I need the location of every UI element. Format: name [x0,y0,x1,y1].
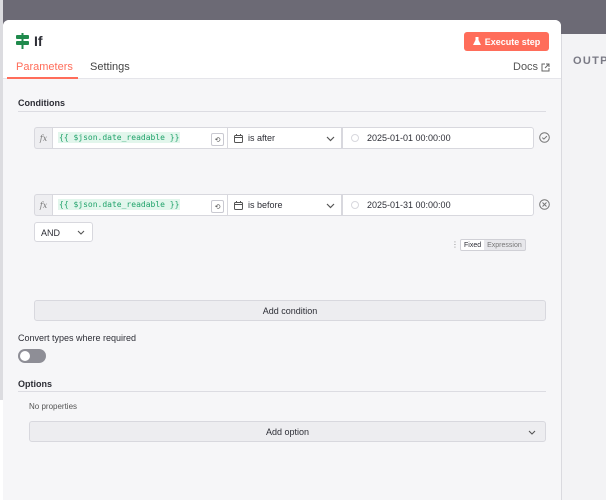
no-properties-text: No properties [29,402,78,411]
execute-step-button[interactable]: Execute step [464,32,549,51]
fixed-expression-toggle: Fixed Expression [460,239,526,251]
flask-icon [472,37,481,45]
mapping-icon[interactable]: ⟲ [211,200,224,213]
node-title: If [34,33,43,49]
calendar-icon [234,200,243,210]
condition-right-value-input[interactable]: 2025-01-01 00:00:00 [342,127,534,149]
conditions-heading: Conditions [18,98,65,108]
operator-label: is before [248,200,283,210]
fx-icon: fx [34,194,52,216]
condition-row: fx {{ $json.date_readable }} ⟲ is after … [34,127,550,149]
type-indicator-icon [351,201,359,209]
docs-label: Docs [513,61,539,73]
convert-types-label: Convert types where required [18,333,137,343]
options-divider [18,391,546,392]
external-link-icon [541,63,550,71]
chevron-down-icon [528,430,536,435]
calendar-icon [234,133,243,143]
remove-circle-icon[interactable] [539,199,550,210]
expression-text: {{ $json.date_readable }} [58,132,181,143]
chevron-down-icon [326,136,335,142]
add-condition-button[interactable]: Add condition [34,300,546,321]
add-option-button[interactable]: Add option [29,421,546,442]
parameters-body: Conditions fx {{ $json.date_readable }} … [3,79,561,500]
conditions-divider [18,111,546,112]
condition-operator-select[interactable]: is before [227,194,342,216]
right-value-text: 2025-01-01 00:00:00 [367,133,451,143]
output-pane: OUTP [561,34,606,500]
expression-text: {{ $json.date_readable }} [58,199,181,210]
docs-link[interactable]: Docs [513,61,550,73]
tab-settings[interactable]: Settings [90,61,130,73]
node-settings-panel: If Execute step Parameters Settings Docs… [3,20,561,500]
condition-operator-select[interactable]: is after [227,127,342,149]
mode-fixed[interactable]: Fixed [461,240,485,250]
combinator-label: AND [41,228,61,238]
options-heading: Options [18,379,52,389]
condition-right-value-input[interactable]: 2025-01-31 00:00:00 [342,194,534,216]
tab-parameters[interactable]: Parameters [16,61,73,73]
signpost-icon [16,33,29,49]
fx-icon: fx [34,127,52,149]
add-option-label: Add option [265,426,310,437]
mapping-icon[interactable]: ⟲ [211,133,224,146]
convert-types-toggle[interactable] [18,349,46,363]
chevron-down-icon [77,230,85,235]
mode-expression[interactable]: Expression [484,240,525,250]
condition-left-value-input[interactable]: {{ $json.date_readable }} [52,127,229,149]
combinator-select[interactable]: AND [34,222,93,242]
toggle-knob [20,351,30,361]
check-circle-icon[interactable] [539,132,550,143]
output-pane-title: OUTP [573,55,606,67]
type-indicator-icon [351,134,359,142]
right-value-text: 2025-01-31 00:00:00 [367,200,451,210]
kebab-menu-icon[interactable]: ⋮ [451,240,459,249]
condition-row: fx {{ $json.date_readable }} ⟲ is before… [34,194,550,216]
panel-header: If Execute step Parameters Settings Docs [3,20,561,79]
chevron-down-icon [326,203,335,209]
condition-left-value-input[interactable]: {{ $json.date_readable }} [52,194,229,216]
execute-step-label: Execute step [484,36,541,47]
operator-label: is after [248,133,276,143]
